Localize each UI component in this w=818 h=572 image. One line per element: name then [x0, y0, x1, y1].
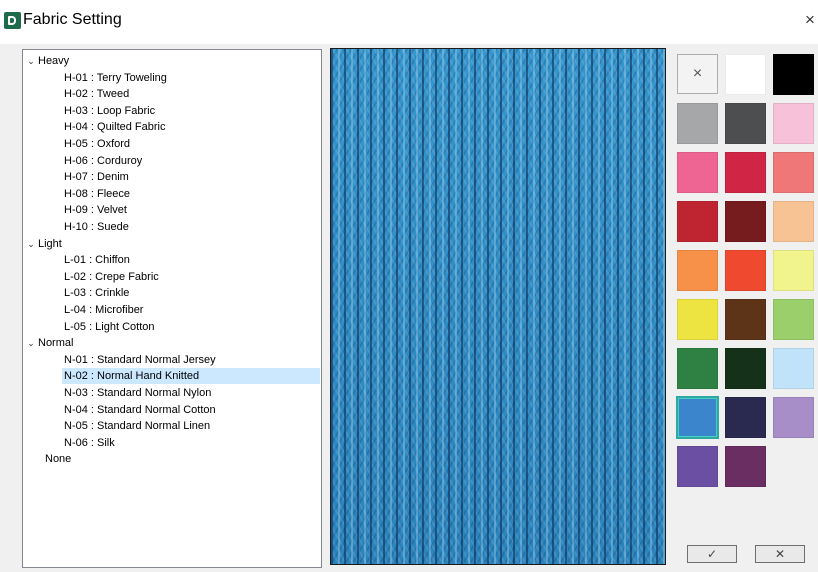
tree-item[interactable]: N-05 : Standard Normal Linen: [62, 418, 320, 434]
tree-item[interactable]: N-03 : Standard Normal Nylon: [62, 385, 320, 401]
color-swatch[interactable]: [725, 103, 766, 144]
tree-item[interactable]: L-03 : Crinkle: [62, 285, 320, 301]
tree-item[interactable]: N-04 : Standard Normal Cotton: [62, 402, 320, 418]
color-swatch[interactable]: [725, 152, 766, 193]
tree-item[interactable]: H-09 : Velvet: [62, 202, 320, 218]
tree-item[interactable]: H-03 : Loop Fabric: [62, 103, 320, 119]
tree-item[interactable]: H-10 : Suede: [62, 219, 320, 235]
tree-item[interactable]: N-02 : Normal Hand Knitted: [62, 368, 320, 385]
tree-item[interactable]: L-01 : Chiffon: [62, 252, 320, 268]
chevron-down-icon[interactable]: ⌄: [24, 236, 38, 252]
tree-group-label: Normal: [38, 337, 74, 350]
ok-button[interactable]: ✓: [687, 545, 737, 563]
color-swatch[interactable]: [677, 299, 718, 340]
tree-group-label: Heavy: [38, 55, 70, 67]
color-swatch[interactable]: [773, 54, 814, 95]
color-swatch[interactable]: [677, 152, 718, 193]
tree-item[interactable]: H-01 : Terry Toweling: [62, 70, 320, 86]
tree-item[interactable]: H-04 : Quilted Fabric: [62, 119, 320, 135]
tree-item[interactable]: N-01 : Standard Normal Jersey: [62, 352, 320, 368]
close-button[interactable]: ×: [805, 10, 815, 30]
color-swatch[interactable]: [725, 250, 766, 291]
tree-item[interactable]: H-06 : Corduroy: [62, 153, 320, 169]
chevron-down-icon[interactable]: ⌄: [24, 53, 38, 69]
tree-item[interactable]: L-02 : Crepe Fabric: [62, 269, 320, 285]
window-title: Fabric Setting: [23, 11, 122, 28]
color-swatch[interactable]: [677, 446, 718, 487]
color-swatch[interactable]: [725, 299, 766, 340]
color-swatch[interactable]: [725, 348, 766, 389]
title-bar: Fabric Setting ×: [0, 0, 818, 44]
color-swatch[interactable]: [725, 446, 766, 487]
color-swatch[interactable]: [773, 152, 814, 193]
knitted-fabric-texture: [331, 49, 665, 564]
fabric-preview: [330, 48, 666, 565]
color-swatch[interactable]: [725, 397, 766, 438]
tree-item[interactable]: N-06 : Silk: [62, 435, 320, 451]
tree-item[interactable]: L-04 : Microfiber: [62, 302, 320, 318]
color-swatch[interactable]: [677, 250, 718, 291]
tree-item[interactable]: H-08 : Fleece: [62, 186, 320, 202]
color-swatch[interactable]: [725, 201, 766, 242]
app-icon: [4, 12, 21, 29]
color-swatch[interactable]: [677, 201, 718, 242]
tree-item[interactable]: H-07 : Denim: [62, 169, 320, 185]
color-swatch[interactable]: [773, 348, 814, 389]
color-swatch[interactable]: [677, 348, 718, 389]
cancel-button[interactable]: ✕: [755, 545, 805, 563]
color-swatch[interactable]: [773, 250, 814, 291]
tree-group-heavy[interactable]: ⌄ Heavy: [24, 53, 69, 69]
color-swatch[interactable]: [676, 396, 719, 439]
color-swatch[interactable]: [773, 397, 814, 438]
tree-item-none[interactable]: None: [45, 451, 71, 467]
color-swatch[interactable]: [773, 299, 814, 340]
tree-group-light[interactable]: ⌄ Light: [24, 236, 62, 252]
tree-group-normal[interactable]: ⌄ Normal: [24, 335, 73, 351]
color-swatch[interactable]: [773, 103, 814, 144]
tree-group-label: Light: [38, 237, 62, 250]
clear-color-button[interactable]: ×: [677, 54, 718, 94]
color-swatch[interactable]: [677, 103, 718, 144]
tree-item[interactable]: L-05 : Light Cotton: [62, 319, 320, 335]
color-swatch[interactable]: [773, 201, 814, 242]
fabric-tree[interactable]: ⌄ Heavy H-01 : Terry Toweling H-02 : Tweed H…: [22, 49, 322, 568]
tree-item[interactable]: H-02 : Tweed: [62, 86, 320, 102]
color-swatch[interactable]: [725, 54, 766, 95]
chevron-down-icon[interactable]: ⌄: [24, 335, 38, 351]
tree-item[interactable]: H-05 : Oxford: [62, 136, 320, 152]
